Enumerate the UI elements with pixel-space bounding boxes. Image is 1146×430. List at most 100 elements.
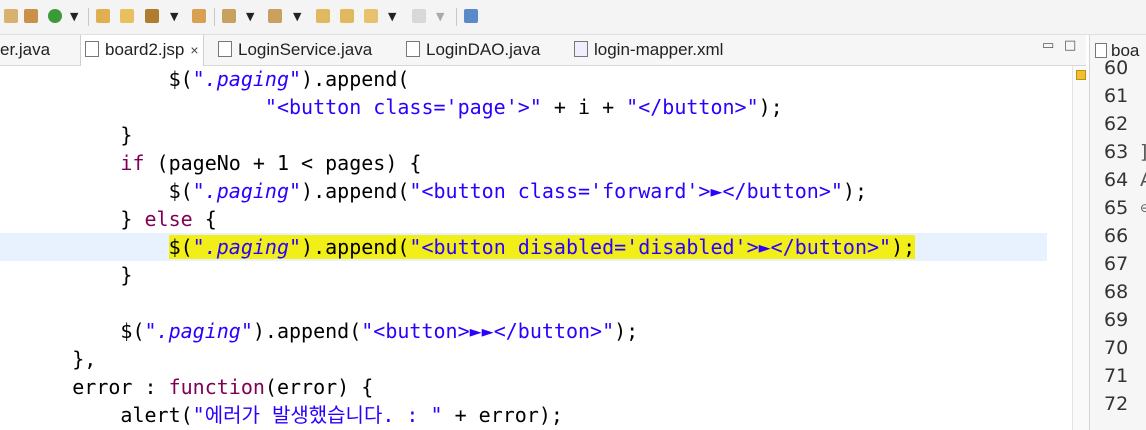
toolbar-separator [214,8,215,26]
run-icon[interactable] [48,9,62,23]
forward-edit-icon[interactable] [340,9,354,23]
line-number: 66 [1104,225,1129,247]
code-token: } [120,263,133,287]
open-type-icon[interactable] [96,9,110,23]
code-token: ); [758,95,783,119]
code-token: } [120,207,145,231]
warning-marker-icon[interactable] [1076,70,1086,80]
tab-label: board2.jsp [105,40,185,59]
code-line[interactable]: } [0,261,1047,289]
next-annotation-dropdown-icon[interactable]: ▼ [246,10,254,24]
line-number: 63 [1104,141,1129,163]
toolbar-separator [88,8,89,26]
code-string: "<button disabled='disabled'>►</button>" [409,235,892,259]
java-file-icon [406,41,420,57]
forward-icon[interactable] [412,9,426,23]
code-token: (error) { [264,375,374,399]
code-line[interactable]: error : function(error) { [0,373,1047,401]
xml-file-icon [574,41,588,57]
launch-icon[interactable] [145,9,159,23]
tab-loginservice-java[interactable]: LoginService.java [218,35,372,65]
run-dropdown-icon[interactable]: ▼ [70,10,78,24]
line-number: 65 [1104,197,1129,219]
code-line[interactable]: $(".paging").append("<button disabled='d… [0,233,1047,261]
code-line[interactable]: if (pageNo + 1 < pages) { [0,149,1047,177]
tab-logindao-java[interactable]: LoginDAO.java [406,35,540,65]
back-dropdown-icon[interactable]: ▼ [388,10,396,24]
overview-ruler[interactable] [1072,66,1089,430]
forward-dropdown-icon[interactable]: ▼ [436,10,444,24]
code-token: ); [842,179,867,203]
line-number: 71 [1104,365,1129,387]
new-window-icon[interactable] [464,9,478,23]
code-keyword: if [120,151,145,175]
code-token: ).append( [301,179,410,203]
jsp-file-icon [85,41,99,57]
tab-label: login-mapper.xml [594,40,724,59]
maximize-icon[interactable]: □ [1064,35,1076,57]
minimize-icon[interactable]: ▭ [1042,35,1054,57]
prev-annotation-dropdown-icon[interactable]: ▼ [293,10,301,24]
code-token: ); [891,235,916,259]
line-marker: A [1140,166,1146,194]
code-token: ).append( [301,67,410,91]
highlighted-code: $(".paging").append("<button disabled='d… [168,235,916,259]
close-icon[interactable]: × [190,42,198,58]
code-token: ).append( [301,235,410,259]
code-string: ".paging" [144,319,253,343]
java-file-icon [218,41,232,57]
code-editor[interactable]: $(".paging").append( "<button class='pag… [0,66,1072,430]
code-token: ).append( [252,319,362,343]
line-number: 68 [1104,281,1129,303]
code-line[interactable]: } else { [0,205,1047,233]
editor-tab-bar: er.java board2.jsp × LoginService.java Lo… [0,35,1086,66]
tab-login-mapper-xml[interactable]: login-mapper.xml [574,35,723,65]
launch-dropdown-icon[interactable]: ▼ [170,10,178,24]
code-token: $( [120,319,145,343]
tab-board2-jsp[interactable]: board2.jsp × [80,35,204,66]
prev-annotation-icon[interactable] [268,9,282,23]
code-line[interactable]: alert("에러가 발생했습니다. : " + error); [0,401,1047,429]
code-line[interactable]: $(".paging").append("<button>►►</button>… [0,317,1047,345]
code-token: ); [614,319,639,343]
code-line[interactable]: $(".paging").append( [0,65,1047,93]
open-task-icon[interactable] [192,9,206,23]
code-string: "<button class='page'>" [264,95,542,119]
code-string: "에러가 발생했습니다. : " [192,403,443,427]
code-token: $( [168,67,193,91]
code-token: { [192,207,217,231]
code-string: "<button>►►</button>" [361,319,615,343]
code-line[interactable] [0,289,1047,317]
code-line[interactable]: } [0,121,1047,149]
next-annotation-icon[interactable] [222,9,236,23]
line-number: 72 [1104,393,1129,415]
tab-label: LoginDAO.java [426,40,541,59]
open-folder-icon[interactable] [120,9,134,23]
code-text: } [120,123,132,147]
code-keyword: function [168,375,265,399]
code-line[interactable]: }, [0,345,1047,373]
toolbar-separator [456,8,457,26]
code-string: ".paging" [192,179,302,203]
code-string: "</button>" [626,95,759,119]
line-number: 61 [1104,85,1129,107]
code-line[interactable]: "<button class='page'>" + i + "</button>… [0,93,1047,121]
last-edit-icon[interactable] [316,9,330,23]
code-token: + error); [442,403,563,427]
code-string: ".paging" [192,235,302,259]
code-line[interactable]: $(".paging").append("<button class='forw… [0,177,1047,205]
fold-icon[interactable]: ⊖ [1140,194,1146,222]
back-icon[interactable] [364,9,378,23]
code-token: }, [72,347,97,371]
run-config-icon[interactable] [24,9,38,23]
debug-icon[interactable] [4,9,18,23]
code-text: }, [72,347,96,371]
tab-controller-java[interactable]: er.java [0,35,50,65]
tab-label: er.java [0,40,51,59]
